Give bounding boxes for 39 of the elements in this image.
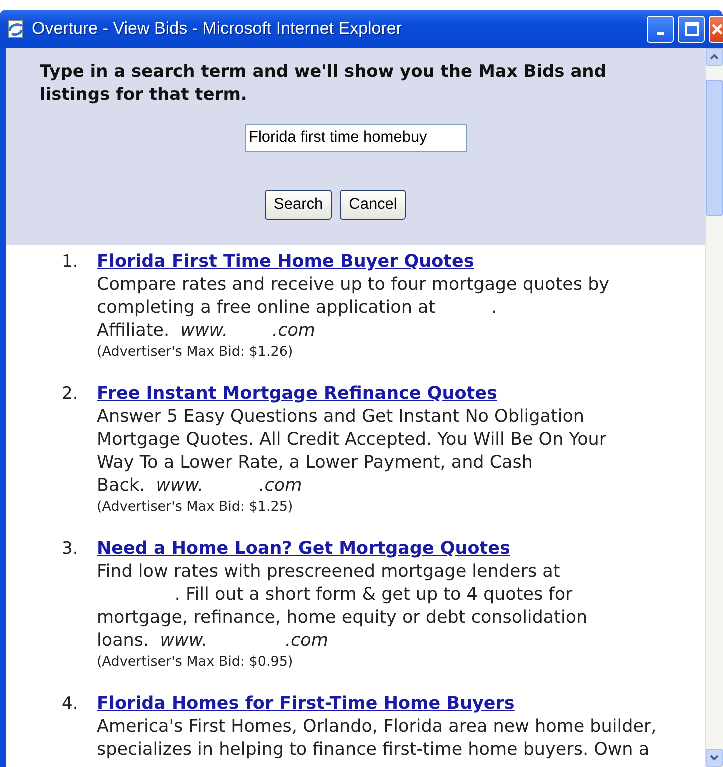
instruction-text: Type in a search term and we'll show you the Max Bids and listings for that term.	[40, 61, 608, 107]
maximize-button[interactable]	[678, 16, 705, 42]
description-line: specializes in helping to finance first-time home buyers. Own a	[97, 739, 651, 762]
maximize-icon	[684, 22, 698, 36]
description-line: America's First Homes, Orlando, Florida area new home builder,	[97, 716, 657, 739]
description-line: . Fill out a short form & get up to 4 quotes for	[174, 584, 574, 607]
list-number: 3.	[62, 538, 80, 561]
description-line: Mortgage Quotes. All Credit Accepted. You Will Be On Your	[97, 429, 607, 452]
listing-title-link[interactable]: Free Instant Mortgage Refinance Quotes	[97, 383, 607, 406]
description-line: Back. www. .com	[97, 475, 304, 498]
max-bid-text: (Advertiser's Max Bid: $1.25)	[97, 498, 294, 516]
listing-title-link[interactable]: Need a Home Loan? Get Mortgage Quotes	[97, 538, 588, 561]
browser-icon	[6, 19, 26, 39]
listing-title-link[interactable]: Florida First Time Home Buyer Quotes	[97, 251, 610, 274]
max-bid-text: (Advertiser's Max Bid: $0.95)	[97, 653, 294, 671]
list-number: 2.	[62, 383, 80, 406]
minimize-button[interactable]	[647, 16, 674, 42]
search-field[interactable]: Florida first time homebuy	[245, 124, 467, 152]
description-line: mortgage, refinance, home equity or debt consolidation	[97, 607, 588, 630]
description-line: Compare rates and receive up to four mortgage quotes by	[97, 274, 610, 297]
search-button[interactable]: Search	[265, 190, 332, 220]
close-icon	[710, 22, 722, 36]
max-bid-text: (Advertiser's Max Bid: $1.26)	[97, 343, 294, 361]
scroll-thumb[interactable]	[706, 80, 723, 216]
description-line: Answer 5 Easy Questions and Get Instant No Obligation	[97, 406, 586, 429]
window-title: Overture - View Bids - Microsoft Internet Explorer	[32, 18, 402, 40]
scroll-up-button[interactable]	[706, 48, 723, 66]
list-number: 4.	[62, 693, 80, 716]
cancel-button[interactable]: Cancel	[340, 190, 406, 220]
minimize-icon	[657, 32, 664, 34]
close-button[interactable]	[709, 16, 723, 42]
description-line: Find low rates with prescreened mortgage lenders at	[97, 561, 562, 584]
list-number: 1.	[62, 251, 80, 274]
description-line: completing a free online application at .	[97, 297, 498, 320]
description-line: Way To a Lower Rate, a Lower Payment, and Cash	[97, 452, 534, 475]
description-line: Affiliate. www. .com	[97, 320, 316, 343]
listing-title-link[interactable]: Florida Homes for First-Time Home Buyers	[97, 693, 657, 716]
description-line: loans. www. .com	[97, 630, 330, 653]
scroll-down-button[interactable]	[706, 749, 723, 767]
